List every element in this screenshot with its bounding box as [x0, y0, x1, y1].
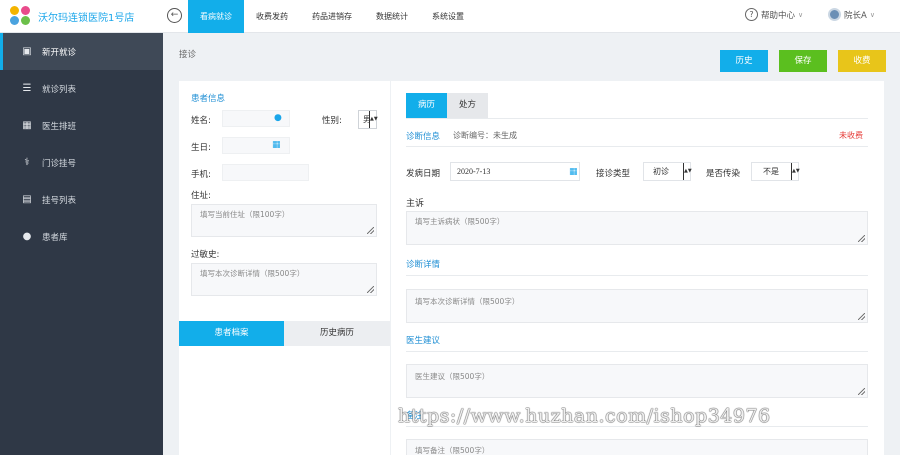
watermark-text: https://www.huzhan.com/ishop34976 — [398, 405, 771, 427]
address-placeholder: 填写当前住址（限100字） — [200, 210, 290, 219]
sidebar-item-label: 门诊挂号 — [42, 158, 77, 169]
remark-placeholder: 填写备注（限500字） — [415, 446, 490, 455]
help-center-link[interactable]: ? 帮助中心 ∨ — [745, 8, 803, 21]
diagnosis-detail-placeholder: 填写本次诊断详情（限500字） — [415, 297, 520, 306]
chevron-down-icon: ▲▼ — [791, 163, 800, 180]
chevron-down-icon: ▲▼ — [369, 111, 378, 128]
patient-info-panel: 患者信息 姓名: ● 性别: 男 ▲▼ 生日: ▦ 手机: 住址: 填写当前住址… — [179, 81, 390, 455]
gender-select[interactable]: 男 ▲▼ — [358, 110, 378, 129]
calendar-icon[interactable]: ▦ — [272, 140, 281, 150]
list-icon: ☰ — [22, 83, 32, 94]
nav-item-visit[interactable]: 看病就诊 — [188, 0, 244, 33]
resize-grip-icon[interactable] — [858, 388, 865, 395]
user-icon: ● — [22, 231, 32, 242]
diagnosis-number: 诊断编号：未生成 — [453, 131, 517, 140]
divider — [406, 146, 868, 147]
address-textarea[interactable]: 填写当前住址（限100字） — [191, 204, 377, 237]
infectious-select[interactable]: 不是 ▲▼ — [751, 162, 800, 181]
divider — [406, 351, 868, 352]
doctor-advice-textarea[interactable]: 医生建议（限500字） — [406, 364, 868, 398]
help-label: 帮助中心 — [761, 10, 796, 21]
charge-button[interactable]: 收费 — [838, 50, 886, 72]
top-bar: 沃尔玛连锁医院1号店 ← 看病就诊 收费发药 药品进销存 数据统计 系统设置 ?… — [0, 0, 900, 33]
onset-date-input[interactable]: 2020-7-13 — [450, 162, 580, 181]
sidebar-item-label: 患者库 — [42, 232, 68, 243]
sidebar-item-schedule[interactable]: ▦ 医生排班 — [0, 107, 163, 144]
infectious-value: 不是 — [763, 167, 779, 176]
gender-label: 性别: — [322, 116, 342, 126]
nav-item-inventory[interactable]: 药品进销存 — [300, 0, 364, 33]
divider — [406, 118, 868, 119]
sidebar-item-registration-list[interactable]: ▤ 挂号列表 — [0, 181, 163, 218]
allergy-textarea[interactable]: 填写本次诊断详情（限500字） — [191, 263, 377, 296]
save-button[interactable]: 保存 — [779, 50, 827, 72]
infectious-label: 是否传染 — [706, 169, 741, 179]
sidebar-item-registration[interactable]: ⚕ 门诊挂号 — [0, 144, 163, 181]
visit-type-label: 接诊类型 — [596, 169, 631, 179]
sidebar: ▣ 新开就诊 ☰ 就诊列表 ▦ 医生排班 ⚕ 门诊挂号 ▤ 挂号列表 ● 患者库 — [0, 33, 163, 455]
calendar-icon: ▦ — [22, 120, 32, 131]
calendar-icon[interactable]: ▦ — [569, 167, 578, 177]
logo-icon — [10, 6, 32, 26]
sidebar-item-label: 医生排班 — [42, 121, 77, 132]
name-label: 姓名: — [191, 116, 211, 126]
tab-history-records[interactable]: 历史病历 — [284, 321, 390, 346]
status-badge: 未收费 — [839, 131, 863, 140]
resize-grip-icon[interactable] — [858, 235, 865, 242]
remark-textarea[interactable]: 填写备注（限500字） — [406, 439, 868, 455]
main-nav: 看病就诊 收费发药 药品进销存 数据统计 系统设置 — [188, 0, 476, 33]
allergy-label: 过敏史: — [191, 250, 220, 260]
breadcrumb: 接诊 — [179, 50, 197, 60]
visit-type-select[interactable]: 初诊 ▲▼ — [643, 162, 692, 181]
complaint-placeholder: 填写主诉病状（限500字） — [415, 217, 505, 226]
medical-record-panel: 病历 处方 诊断信息 诊断编号：未生成 未收费 发病日期 2020-7-13 ▦… — [391, 81, 884, 455]
history-button[interactable]: 历史 — [720, 50, 768, 72]
briefcase-icon: ▣ — [22, 46, 32, 57]
tab-prescription[interactable]: 处方 — [447, 93, 488, 118]
nav-item-charge[interactable]: 收费发药 — [244, 0, 300, 33]
patient-info-title: 患者信息 — [191, 94, 226, 104]
diagnosis-detail-title: 诊断详情 — [406, 260, 441, 270]
birthday-label: 生日: — [191, 143, 211, 153]
brand-name: 沃尔玛连锁医院1号店 — [38, 13, 135, 24]
nav-item-statistics[interactable]: 数据统计 — [364, 0, 420, 33]
resize-grip-icon[interactable] — [858, 313, 865, 320]
nav-item-settings[interactable]: 系统设置 — [420, 0, 476, 33]
phone-label: 手机: — [191, 170, 211, 180]
complaint-textarea[interactable]: 填写主诉病状（限500字） — [406, 211, 868, 245]
chevron-down-icon: ∨ — [869, 10, 875, 19]
chevron-down-icon: ∨ — [798, 10, 804, 19]
tab-medical-record[interactable]: 病历 — [406, 93, 447, 118]
phone-input[interactable] — [222, 164, 309, 181]
address-label: 住址: — [191, 191, 211, 201]
resize-grip-icon[interactable] — [367, 227, 374, 234]
sidebar-item-label: 就诊列表 — [42, 84, 77, 95]
diagnosis-detail-textarea[interactable]: 填写本次诊断详情（限500字） — [406, 289, 868, 323]
sidebar-item-label: 新开就诊 — [42, 47, 77, 58]
sidebar-item-new-visit[interactable]: ▣ 新开就诊 — [0, 33, 163, 70]
sidebar-item-patients[interactable]: ● 患者库 — [0, 218, 163, 255]
question-icon: ? — [745, 8, 758, 21]
tab-patient-file[interactable]: 患者档案 — [179, 321, 284, 346]
chevron-down-icon: ▲▼ — [683, 163, 692, 180]
visit-type-value: 初诊 — [653, 167, 669, 176]
onset-date-label: 发病日期 — [406, 169, 441, 179]
complaint-label: 主诉 — [406, 199, 425, 209]
doctor-advice-placeholder: 医生建议（限500字） — [415, 372, 490, 381]
back-arrow-icon[interactable]: ← — [167, 8, 182, 23]
stethoscope-icon: ⚕ — [24, 157, 30, 168]
user-name: 院长A — [844, 10, 867, 21]
doctor-advice-title: 医生建议 — [406, 336, 441, 346]
allergy-placeholder: 填写本次诊断详情（限500字） — [200, 269, 305, 278]
avatar — [828, 8, 841, 21]
user-menu[interactable]: 院长A ∨ — [828, 8, 875, 21]
diagnosis-info-title: 诊断信息 — [406, 132, 441, 142]
onset-date-value: 2020-7-13 — [457, 167, 491, 176]
user-icon: ● — [274, 113, 282, 123]
divider — [406, 275, 868, 276]
resize-grip-icon[interactable] — [367, 286, 374, 293]
sidebar-item-label: 挂号列表 — [42, 195, 77, 206]
table-icon: ▤ — [22, 194, 32, 205]
sidebar-item-visit-list[interactable]: ☰ 就诊列表 — [0, 70, 163, 107]
